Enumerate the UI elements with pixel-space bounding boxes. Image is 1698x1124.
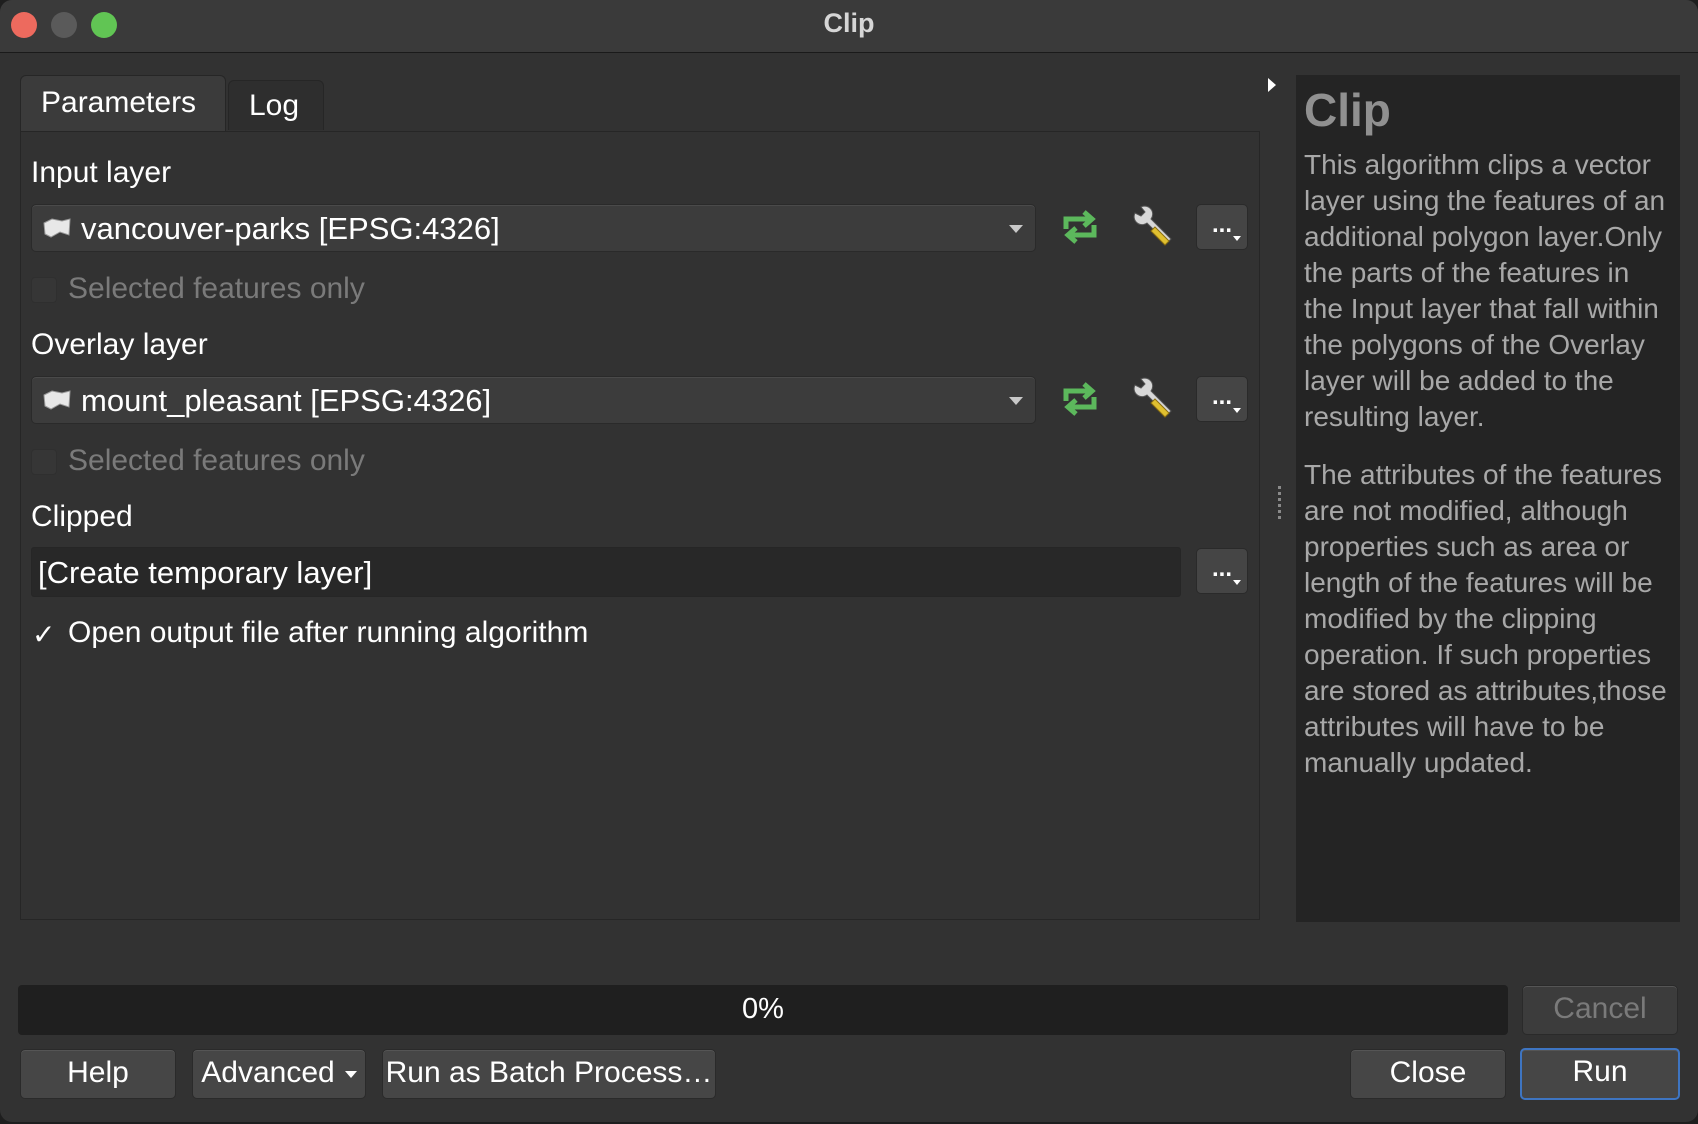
chevron-down-icon bbox=[1233, 408, 1241, 413]
clipped-output-field[interactable]: [Create temporary layer] bbox=[31, 547, 1181, 597]
dots-label: ... bbox=[1211, 211, 1232, 238]
splitter-handle[interactable] bbox=[1278, 486, 1281, 522]
run-button[interactable]: Run bbox=[1520, 1048, 1680, 1100]
chevron-down-icon bbox=[1233, 236, 1241, 241]
polygon-layer-icon bbox=[43, 390, 71, 410]
open-output-label: Open output file after running algorithm bbox=[68, 616, 589, 649]
help-paragraph: This algorithm clips a vector layer usin… bbox=[1304, 149, 1666, 432]
chevron-down-icon bbox=[1009, 397, 1023, 405]
cancel-button[interactable]: Cancel bbox=[1522, 985, 1678, 1035]
help-panel: Clip This algorithm clips a vector layer… bbox=[1296, 75, 1680, 922]
clipped-output-value: [Create temporary layer] bbox=[38, 555, 373, 590]
close-button[interactable]: Close bbox=[1350, 1049, 1506, 1099]
input-layer-combo[interactable]: vancouver-parks [EPSG:4326] bbox=[31, 204, 1036, 252]
polygon-layer-icon bbox=[43, 218, 71, 238]
overlay-selected-only-label: Selected features only bbox=[68, 444, 365, 477]
chevron-down-icon bbox=[344, 1070, 357, 1078]
collapse-help-arrow-icon[interactable] bbox=[1268, 78, 1276, 92]
wrench-icon[interactable] bbox=[1127, 203, 1175, 251]
dots-label: ... bbox=[1211, 383, 1232, 410]
open-output-checkbox[interactable]: ✓ bbox=[32, 618, 55, 651]
input-layer-browse-button[interactable]: ... bbox=[1196, 204, 1248, 250]
input-layer-label: Input layer bbox=[31, 156, 172, 189]
iterate-icon[interactable] bbox=[1056, 375, 1104, 423]
input-layer-value: vancouver-parks [EPSG:4326] bbox=[81, 211, 500, 246]
advanced-button[interactable]: Advanced bbox=[192, 1049, 366, 1099]
help-button[interactable]: Help bbox=[20, 1049, 176, 1099]
overlay-selected-only-checkbox[interactable] bbox=[31, 449, 57, 475]
overlay-layer-combo[interactable]: mount_pleasant [EPSG:4326] bbox=[31, 376, 1036, 424]
wrench-icon[interactable] bbox=[1127, 375, 1175, 423]
advanced-label: Advanced bbox=[201, 1056, 335, 1089]
overlay-layer-value: mount_pleasant [EPSG:4326] bbox=[81, 383, 492, 418]
clipped-browse-button[interactable]: ... bbox=[1196, 548, 1248, 594]
input-selected-only-label: Selected features only bbox=[68, 272, 365, 305]
window-title: Clip bbox=[823, 8, 875, 38]
tab-log[interactable]: Log bbox=[228, 80, 324, 130]
iterate-icon[interactable] bbox=[1056, 203, 1104, 251]
chevron-down-icon bbox=[1009, 225, 1023, 233]
title-bar: Clip bbox=[0, 0, 1698, 53]
overlay-layer-label: Overlay layer bbox=[31, 328, 208, 361]
tab-parameters[interactable]: Parameters bbox=[20, 75, 226, 131]
clipped-label: Clipped bbox=[31, 500, 133, 533]
run-batch-button[interactable]: Run as Batch Process… bbox=[382, 1049, 716, 1099]
overlay-layer-browse-button[interactable]: ... bbox=[1196, 376, 1248, 422]
progress-bar: 0% bbox=[18, 985, 1508, 1035]
help-title: Clip bbox=[1304, 84, 1391, 136]
dots-label: ... bbox=[1211, 555, 1232, 582]
help-paragraph: The attributes of the features are not m… bbox=[1304, 459, 1667, 778]
clip-dialog: Clip Parameters Log Input layer vancouve… bbox=[0, 0, 1698, 1122]
progress-text: 0% bbox=[742, 993, 784, 1025]
input-selected-only-checkbox[interactable] bbox=[31, 277, 57, 303]
chevron-down-icon bbox=[1233, 580, 1241, 585]
